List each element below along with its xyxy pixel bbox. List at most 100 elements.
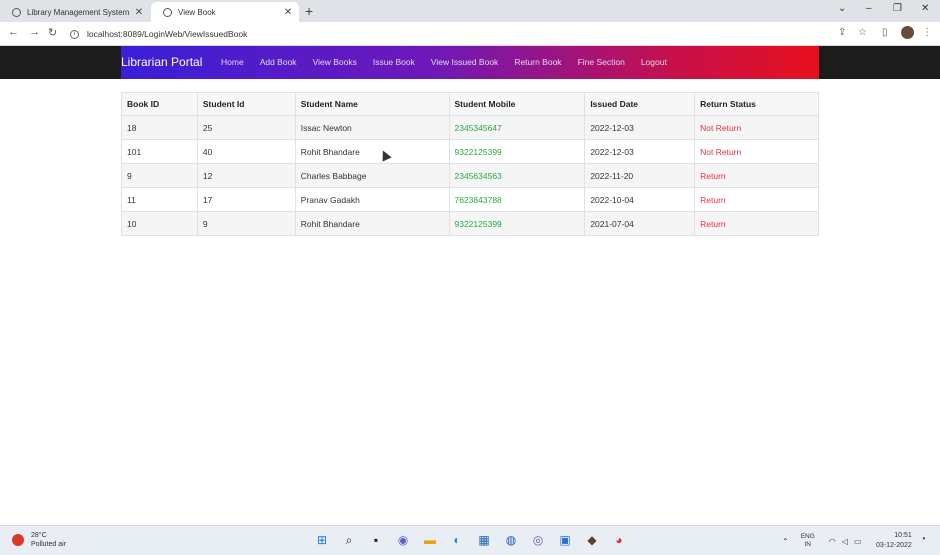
site-info-icon[interactable]: i: [70, 29, 79, 39]
chevron-up-icon[interactable]: ⌃: [782, 537, 789, 546]
notification-icon[interactable]: ◔: [920, 534, 926, 545]
cell-student-name: Rohit Bhandare: [294, 211, 450, 236]
cell-student-mobile: 9322125399: [448, 211, 586, 236]
cell-student-id: 12: [196, 163, 296, 188]
cell-issued-date: 2022-12-03: [584, 139, 696, 164]
menu-icon[interactable]: ⋮: [922, 27, 932, 38]
nav-add-book[interactable]: Add Book: [260, 57, 297, 67]
cell-student-mobile: 9322125399: [448, 139, 586, 164]
globe-icon: [163, 7, 172, 17]
cell-return-status: Return: [694, 163, 819, 188]
side-panel-icon[interactable]: ▯: [882, 27, 888, 38]
issued-books-table: Book ID Student Id Student Name Student …: [121, 92, 819, 236]
volume-icon[interactable]: ◁: [842, 537, 848, 546]
header-student-mobile: Student Mobile: [448, 92, 586, 116]
browser-tab-view-book[interactable]: View Book ✕: [151, 2, 299, 22]
url-field[interactable]: i localhost:8089/LoginWeb/ViewIssuedBook: [70, 25, 860, 43]
back-icon[interactable]: ←: [8, 26, 19, 38]
app-icon[interactable]: ◍: [502, 532, 520, 549]
minimize-icon[interactable]: –: [866, 3, 872, 14]
cell-return-status: Return: [694, 187, 819, 212]
header-book-id: Book ID: [121, 92, 198, 116]
weather-condition: Polluted air: [31, 541, 67, 548]
cell-student-id: 9: [196, 211, 296, 236]
nav-home[interactable]: Home: [221, 57, 244, 67]
clock-time: 10:51: [894, 532, 912, 539]
issued-books-table-container: Book ID Student Id Student Name Student …: [121, 92, 819, 236]
nav-return-book[interactable]: Return Book: [514, 57, 561, 67]
table-row: 11 17 Pranav Gadakh 7623843788 2022-10-0…: [121, 187, 819, 212]
tab-title: Library Management System: [27, 7, 130, 17]
cell-student-name: Pranav Gadakh: [294, 187, 450, 212]
cell-student-name: Rohit Bhandare: [294, 139, 450, 164]
new-tab-icon[interactable]: +: [305, 3, 313, 19]
header-return-status: Return Status: [694, 92, 819, 116]
cell-book-id: 9: [121, 163, 198, 188]
navbar-container: Librarian Portal Home Add Book View Book…: [121, 46, 819, 79]
cell-book-id: 10: [121, 211, 198, 236]
store-icon[interactable]: ▦: [475, 532, 493, 549]
edge-icon[interactable]: ◐: [448, 532, 466, 549]
language-indicator[interactable]: ENG IN: [801, 533, 815, 549]
table-row: 9 12 Charles Babbage 2345634563 2022-11-…: [121, 163, 819, 188]
table-row: 10 9 Rohit Bhandare 9322125399 2021-07-0…: [121, 211, 819, 236]
windows-taskbar: 28°C Polluted air ⊞ ⌕ ▪ ◉ ▬ ◐ ▦ ◍ ◎ ▣ ◆ …: [0, 525, 940, 555]
cell-student-name: Issac Newton: [294, 115, 450, 140]
task-view-icon[interactable]: ▪: [367, 532, 385, 549]
file-explorer-icon[interactable]: ▬: [421, 532, 439, 549]
header-student-name: Student Name: [294, 92, 450, 116]
maximize-icon[interactable]: ❐: [893, 3, 902, 14]
table-header-row: Book ID Student Id Student Name Student …: [121, 92, 819, 116]
nav-view-issued-book[interactable]: View Issued Book: [431, 57, 498, 67]
weather-temperature: 28°C: [31, 532, 47, 539]
address-bar-row: ← → ↻ i localhost:8089/LoginWeb/ViewIssu…: [0, 22, 940, 46]
cell-issued-date: 2022-10-04: [584, 187, 696, 212]
weather-widget[interactable]: 28°C Polluted air: [12, 531, 66, 549]
window-close-icon[interactable]: ✕: [921, 3, 929, 14]
cell-student-mobile: 2345634563: [448, 163, 586, 188]
cell-student-mobile: 2345345647: [448, 115, 586, 140]
search-icon[interactable]: ⌕: [340, 532, 358, 549]
browser-tab-bar: Library Management System ✕ View Book ✕ …: [0, 0, 940, 22]
clock[interactable]: 10:51 03-12-2022: [876, 531, 912, 551]
avatar[interactable]: [901, 26, 914, 39]
bookmark-star-icon[interactable]: ☆: [858, 27, 867, 38]
taskbar-apps: ⊞ ⌕ ▪ ◉ ▬ ◐ ▦ ◍ ◎ ▣ ◆ ◕: [313, 532, 637, 549]
close-icon[interactable]: ✕: [281, 7, 295, 18]
cell-return-status: Return: [694, 211, 819, 236]
battery-icon[interactable]: ▭: [854, 537, 862, 546]
chrome-icon[interactable]: ◕: [610, 532, 628, 549]
header-student-id: Student Id: [196, 92, 296, 116]
cell-issued-date: 2021-07-04: [584, 211, 696, 236]
globe-icon: [12, 7, 21, 17]
cell-book-id: 11: [121, 187, 198, 212]
nav-issue-book[interactable]: Issue Book: [373, 57, 415, 67]
cell-student-id: 25: [196, 115, 296, 140]
weather-icon: [12, 534, 24, 546]
close-icon[interactable]: ✕: [132, 7, 146, 18]
nav-view-books[interactable]: View Books: [313, 57, 357, 67]
cell-book-id: 18: [121, 115, 198, 140]
browser-tab-library-management[interactable]: Library Management System ✕: [0, 2, 150, 22]
forward-icon[interactable]: →: [29, 26, 40, 38]
app-icon[interactable]: ◎: [529, 532, 547, 549]
cell-return-status: Not Return: [694, 115, 819, 140]
cell-student-id: 17: [196, 187, 296, 212]
cell-issued-date: 2022-12-03: [584, 115, 696, 140]
app-icon[interactable]: ▣: [556, 532, 574, 549]
app-icon[interactable]: ◆: [583, 532, 601, 549]
cell-student-id: 40: [196, 139, 296, 164]
start-icon[interactable]: ⊞: [313, 532, 331, 549]
header-issued-date: Issued Date: [584, 92, 696, 116]
share-icon[interactable]: ⇪: [838, 27, 846, 38]
wifi-icon[interactable]: ◠: [829, 537, 836, 546]
reload-icon[interactable]: ↻: [48, 26, 57, 39]
brand-link[interactable]: Librarian Portal: [121, 55, 202, 69]
cell-book-id: 101: [121, 139, 198, 164]
chat-icon[interactable]: ◉: [394, 532, 412, 549]
nav-links: Home Add Book View Books Issue Book View…: [221, 57, 683, 67]
table-row: 101 40 Rohit Bhandare 9322125399 2022-12…: [121, 139, 819, 164]
nav-logout[interactable]: Logout: [641, 57, 667, 67]
nav-fine-section[interactable]: Fine Section: [578, 57, 625, 67]
tab-search-icon[interactable]: ⌄: [838, 3, 846, 14]
